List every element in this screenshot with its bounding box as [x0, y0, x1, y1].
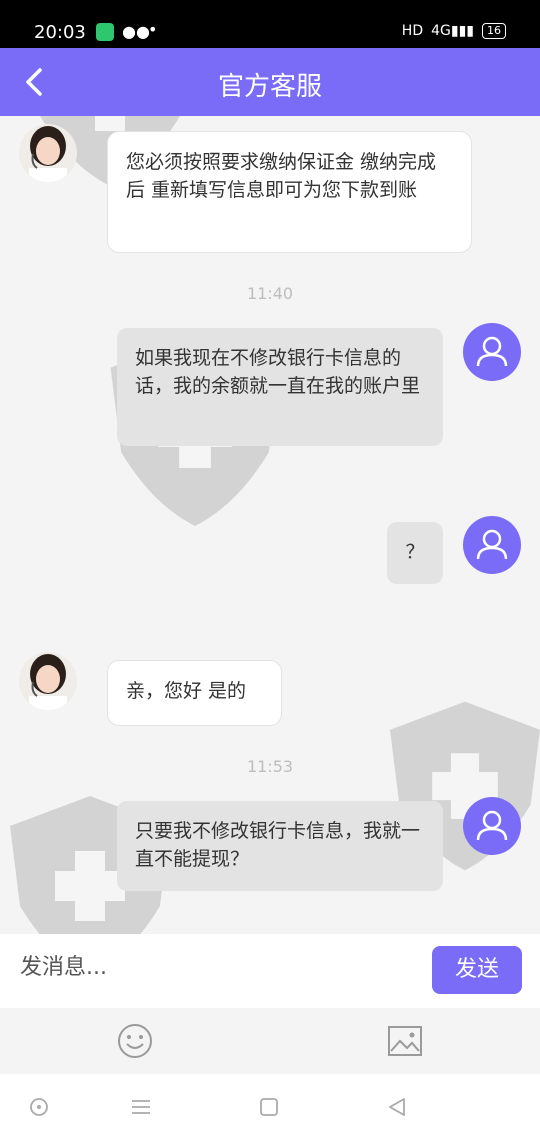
message-bubble-incoming: 您必须按照要求缴纳保证金 缴纳完成后 重新填写信息即可为您下款到账	[107, 131, 472, 253]
system-nav-bar	[0, 1074, 540, 1140]
status-bar: 20:03 ●● • HD 4G▮▮▮ 16	[0, 0, 540, 48]
message-timestamp: 11:53	[246, 757, 294, 776]
chat-area[interactable]: 您必须按照要求缴纳保证金 缴纳完成后 重新填写信息即可为您下款到账 11:40 …	[0, 116, 540, 934]
message-input-bar: 发送	[0, 934, 540, 1008]
user-avatar[interactable]	[463, 323, 521, 381]
signal-label: 4G	[431, 23, 451, 39]
wechat-icon: ●●	[122, 22, 150, 41]
user-icon	[476, 336, 508, 367]
message-bubble-outgoing: 只要我不修改银行卡信息，我就一直不能提现？	[117, 801, 443, 891]
user-avatar[interactable]	[463, 516, 521, 574]
chat-toolbar	[0, 1008, 540, 1074]
message-bubble-incoming: 亲，您好 是的	[107, 660, 282, 726]
user-icon	[476, 529, 508, 560]
message-timestamp: 11:40	[246, 284, 294, 303]
user-avatar[interactable]	[463, 797, 521, 855]
emoji-icon[interactable]	[117, 1023, 153, 1059]
send-button[interactable]: 发送	[432, 946, 522, 994]
chat-header: 官方客服	[0, 48, 540, 116]
image-icon[interactable]	[387, 1025, 423, 1057]
nav-home-icon[interactable]	[259, 1097, 279, 1117]
message-bubble-outgoing: ？	[387, 522, 443, 584]
message-input[interactable]	[18, 954, 412, 981]
agent-avatar[interactable]	[19, 124, 77, 182]
page-title: 官方客服	[217, 72, 322, 102]
user-icon	[476, 810, 508, 841]
network-label: HD	[401, 23, 424, 39]
notification-dot-icon: •	[148, 20, 158, 39]
app-notification-icon	[96, 23, 114, 41]
agent-avatar[interactable]	[19, 652, 77, 710]
nav-circle-icon[interactable]	[28, 1096, 50, 1118]
nav-back-icon[interactable]	[386, 1096, 408, 1118]
agent-portrait-icon	[29, 126, 67, 182]
agent-portrait-icon	[29, 654, 67, 710]
status-time: 20:03	[34, 22, 86, 43]
nav-menu-icon[interactable]	[130, 1098, 152, 1116]
battery-indicator: 16	[482, 23, 506, 39]
signal-bars-icon: ▮▮▮	[450, 23, 474, 39]
signal-indicator: 4G▮▮▮	[431, 23, 474, 39]
message-bubble-outgoing: 如果我现在不修改银行卡信息的话，我的余额就一直在我的账户里	[117, 328, 443, 446]
